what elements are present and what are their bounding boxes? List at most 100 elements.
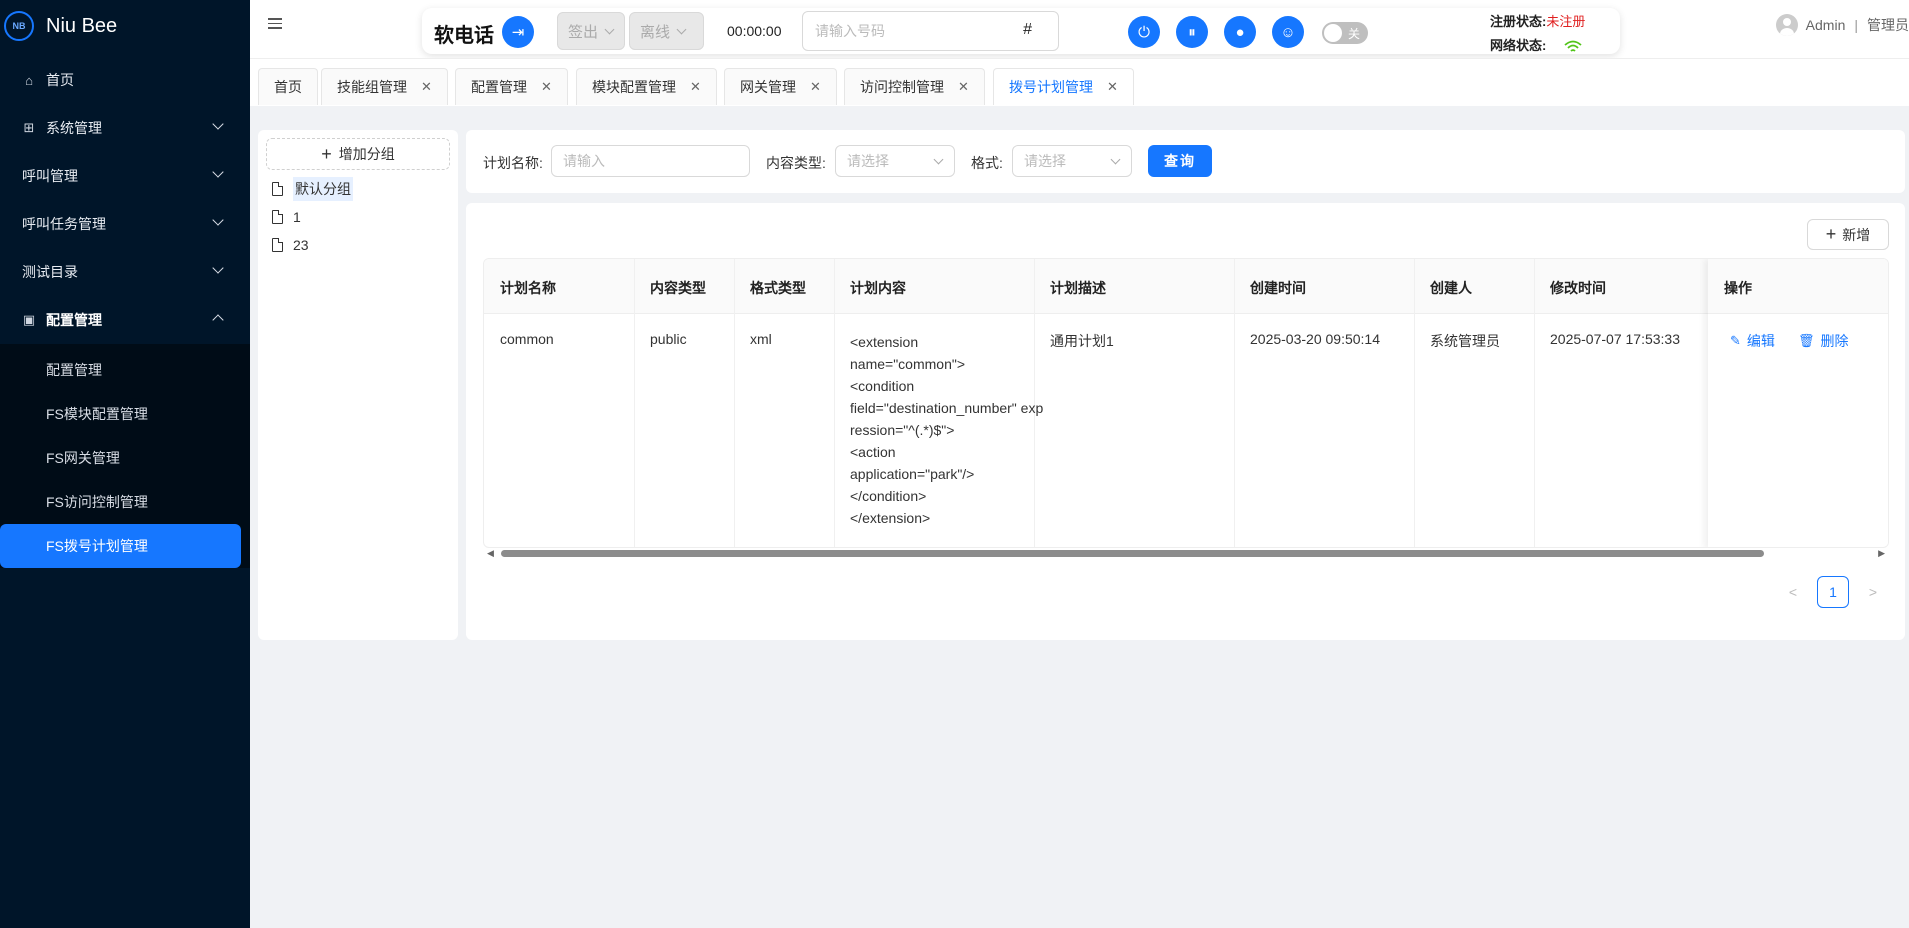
prev-page-button[interactable]: < — [1777, 584, 1809, 600]
edit-button[interactable]: ✎ 编辑 — [1730, 331, 1775, 351]
keypad-icon[interactable]: # — [1023, 21, 1032, 39]
dial-number-input[interactable]: 请输入号码 # — [802, 11, 1059, 51]
tab-bar: 首页 技能组管理 ✕ 配置管理 ✕ 模块配置管理 ✕ 网关管理 ✕ 访问控制管理 ✕ 拨号… — [250, 58, 1909, 106]
sidebar: NB Niu Bee ⌂ 首页 ⊞ 系统管理 呼叫管理 呼叫任务管理 测试目录 … — [0, 0, 250, 928]
delete-label: 删除 — [1820, 333, 1849, 349]
format-select[interactable]: 请选择 — [1012, 145, 1132, 177]
group-label: 23 — [293, 237, 309, 253]
column-divider — [734, 259, 735, 547]
scrollbar-thumb[interactable] — [501, 550, 1764, 557]
delete-button[interactable]: 🗑 删除 — [1798, 331, 1849, 351]
horizontal-scrollbar[interactable]: ◀ ▶ — [483, 547, 1889, 559]
scroll-left-icon[interactable]: ◀ — [487, 548, 494, 559]
group-item[interactable]: 默认分组 — [272, 177, 353, 201]
dialplan-table: 计划名称 内容类型 格式类型 计划内容 计划描述 创建时间 创建人 修改时间 c… — [483, 258, 1889, 548]
tab-module-config[interactable]: 模块配置管理 ✕ — [576, 68, 717, 105]
trash-icon: 🗑 — [1798, 333, 1815, 348]
group-item[interactable]: 23 — [272, 233, 309, 257]
sidebar-item-home[interactable]: ⌂ 首页 — [0, 56, 250, 104]
menu-fold-icon[interactable] — [268, 18, 282, 30]
signin-icon[interactable]: ⇥ — [502, 16, 534, 48]
sidebar-subitem-fs-acl[interactable]: FS访问控制管理 — [0, 480, 250, 524]
tab-skill-group[interactable]: 技能组管理 ✕ — [321, 68, 448, 105]
tab-acl[interactable]: 访问控制管理 ✕ — [844, 68, 985, 105]
softphone-title: 软电话 — [434, 25, 494, 47]
tab-home[interactable]: 首页 — [258, 68, 318, 105]
tab-label: 访问控制管理 — [860, 79, 944, 95]
column-header: 操作 — [1724, 280, 1752, 296]
cell-content-type: public — [650, 331, 687, 347]
actions-column: 操作 ✎ 编辑 🗑 删除 — [1708, 259, 1888, 547]
sidebar-subitem-config[interactable]: 配置管理 — [0, 348, 250, 392]
power-icon[interactable]: ⏻ — [1128, 16, 1160, 48]
content-type-select[interactable]: 请选择 — [835, 145, 955, 177]
content-type-placeholder: 请选择 — [847, 153, 889, 169]
cell-description: 通用计划1 — [1050, 333, 1114, 349]
sidebar-subitem-fs-gateway[interactable]: FS网关管理 — [0, 436, 250, 480]
chevron-down-icon — [212, 262, 224, 274]
reg-status-label: 注册状态: — [1490, 14, 1547, 29]
auto-answer-toggle[interactable]: 关 — [1322, 22, 1368, 44]
sidebar-item-call-task[interactable]: 呼叫任务管理 — [0, 200, 250, 248]
softphone-bar: 软电话 ⇥ 签出 离线 00:00:00 请输入号码 # ⏻ ⏸ ● ☺ 关 注… — [422, 8, 1620, 54]
query-button[interactable]: 查询 — [1148, 145, 1212, 177]
sidebar-item-label: 配置管理 — [46, 312, 102, 328]
close-icon[interactable]: ✕ — [690, 79, 701, 95]
sidebar-item-label: 系统管理 — [46, 120, 102, 136]
column-divider — [634, 259, 635, 547]
agent-status-select[interactable]: 离线 — [629, 12, 704, 50]
microphone-icon[interactable]: ● — [1224, 16, 1256, 48]
config-icon: ▣ — [22, 312, 36, 327]
chevron-down-icon — [676, 24, 687, 34]
tab-label: 技能组管理 — [337, 79, 407, 95]
logo: NB Niu Bee — [0, 0, 250, 52]
tab-label: 拨号计划管理 — [1009, 79, 1093, 95]
user-menu[interactable]: Admin | 管理员 — [1775, 14, 1909, 36]
chevron-down-icon — [933, 154, 944, 165]
plan-name-input[interactable]: 请输入 — [551, 145, 750, 177]
cell-plan-content: <extension name="common"> <condition fie… — [850, 334, 1044, 526]
tab-dialplan[interactable]: 拨号计划管理 ✕ — [993, 68, 1134, 105]
page-button[interactable]: 1 — [1817, 576, 1849, 608]
scroll-right-icon[interactable]: ▶ — [1878, 548, 1885, 559]
close-icon[interactable]: ✕ — [1107, 79, 1118, 95]
sidebar-item-test[interactable]: 测试目录 — [0, 248, 250, 296]
sidebar-item-config[interactable]: ▣ 配置管理 — [0, 296, 250, 344]
sidebar-item-label: FS模块配置管理 — [46, 406, 148, 422]
divider: | — [1854, 17, 1858, 33]
close-icon[interactable]: ✕ — [810, 79, 821, 95]
signout-select[interactable]: 签出 — [557, 12, 625, 50]
group-label: 1 — [293, 209, 301, 225]
sidebar-item-label: 呼叫任务管理 — [22, 216, 106, 232]
sidebar-subitem-fs-dialplan[interactable]: FS拨号计划管理 — [0, 524, 241, 568]
net-status-label: 网络状态: — [1490, 38, 1547, 53]
search-form: 计划名称: 请输入 内容类型: 请选择 格式: 请选择 查询 — [466, 130, 1905, 193]
column-header: 内容类型 — [650, 280, 706, 296]
chevron-down-icon — [212, 166, 224, 178]
sidebar-item-label: 呼叫管理 — [22, 168, 78, 184]
sidebar-item-system[interactable]: ⊞ 系统管理 — [0, 104, 250, 152]
cell-modified-time: 2025-07-07 17:53:33 — [1550, 331, 1680, 347]
avatar — [1775, 14, 1798, 36]
add-group-button[interactable]: + 增加分组 — [266, 138, 450, 170]
close-icon[interactable]: ✕ — [421, 79, 432, 95]
close-icon[interactable]: ✕ — [541, 79, 552, 95]
tab-gateway[interactable]: 网关管理 ✕ — [724, 68, 837, 105]
hold-icon[interactable]: ⏸ — [1176, 16, 1208, 48]
tab-label: 首页 — [274, 79, 302, 95]
submenu-config: 配置管理 FS模块配置管理 FS网关管理 FS访问控制管理 FS拨号计划管理 — [0, 344, 250, 568]
cell-creator: 系统管理员 — [1430, 333, 1500, 349]
next-page-button[interactable]: > — [1857, 584, 1889, 600]
close-icon[interactable]: ✕ — [958, 79, 969, 95]
tab-config[interactable]: 配置管理 ✕ — [455, 68, 568, 105]
file-icon — [272, 210, 283, 224]
sidebar-item-call[interactable]: 呼叫管理 — [0, 152, 250, 200]
file-icon — [272, 182, 283, 196]
content-type-label: 内容类型: — [766, 155, 826, 171]
pagination: < 1 > — [1777, 576, 1889, 608]
transfer-user-icon[interactable]: ☺ — [1272, 16, 1304, 48]
add-button[interactable]: + 新增 — [1807, 219, 1889, 250]
group-item[interactable]: 1 — [272, 205, 301, 229]
sidebar-subitem-fs-module[interactable]: FS模块配置管理 — [0, 392, 250, 436]
tab-label: 网关管理 — [740, 79, 796, 95]
